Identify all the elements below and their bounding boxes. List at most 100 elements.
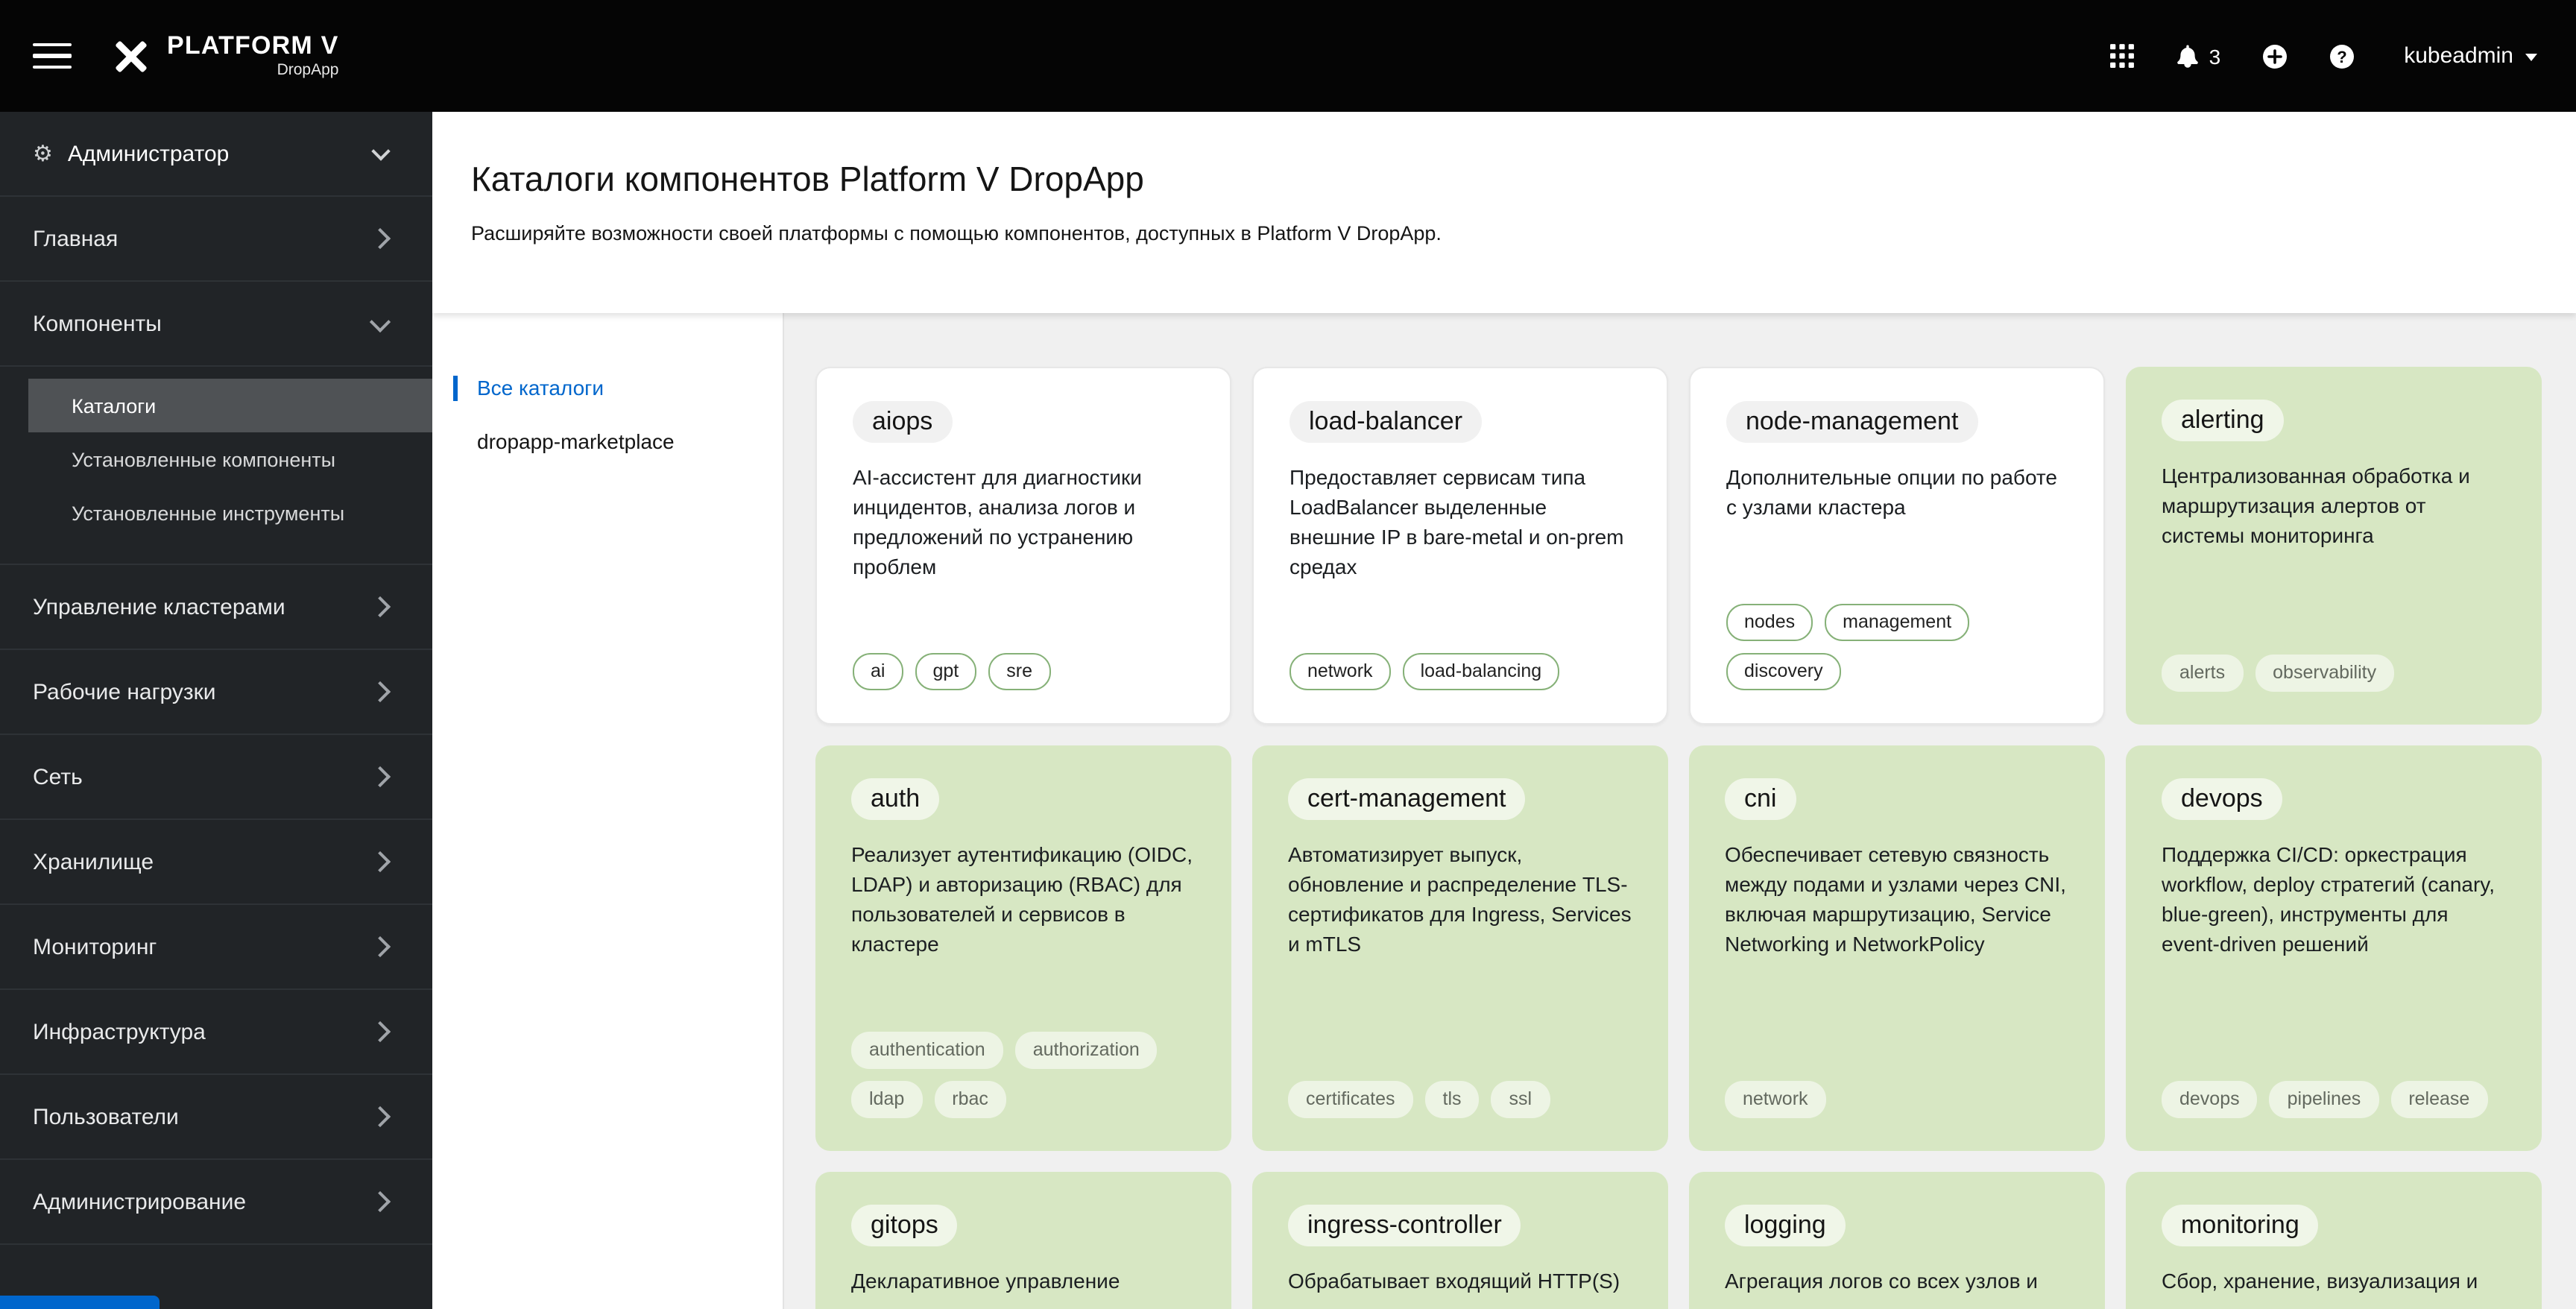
brand[interactable]: PLATFORM V DropApp (110, 34, 338, 79)
chevron-right-icon (369, 1105, 391, 1128)
topbar-actions: 3 ? kubeadmin (2109, 42, 2537, 69)
chevron-right-icon (369, 596, 391, 618)
chevron-right-icon (369, 936, 391, 958)
catalog-card-load-balancer[interactable]: load-balancer Предоставляет сервисам тип… (1252, 367, 1668, 725)
tag: pipelines (2269, 1081, 2379, 1118)
brand-subtitle: DropApp (277, 61, 339, 80)
card-description: Агрегация логов со всех узлов и (1725, 1269, 2038, 1293)
catalog-card-aiops[interactable]: aiops AI-ассистент для диагностики инцид… (815, 367, 1231, 725)
sidebar-item-label: Компоненты (33, 311, 162, 336)
hamburger-icon (33, 42, 72, 47)
perspective-switcher[interactable]: ⚙ Администратор (0, 112, 432, 197)
card-tags: network load-balancing (1289, 632, 1631, 690)
card-tags: authentication authorization ldap rbac (851, 1011, 1196, 1118)
catalog-card-gitops[interactable]: gitops Декларативное управление (815, 1172, 1231, 1309)
card-tags: alerts observability (2162, 634, 2506, 692)
catalog-card-alerting[interactable]: alerting Централизованная обработка и ма… (2126, 367, 2542, 725)
sidebar-subitem-installed-tools[interactable]: Установленные инструменты (28, 486, 432, 540)
chevron-down-icon (369, 310, 391, 332)
chevron-right-icon (369, 851, 391, 873)
card-title: node-management (1726, 401, 1978, 443)
catalog-card-node-management[interactable]: node-management Дополнительные опции по … (1689, 367, 2105, 725)
topbar: PLATFORM V DropApp 3 ? kubeadmin (0, 0, 2576, 112)
user-menu[interactable]: kubeadmin (2404, 43, 2537, 69)
card-tags: certificates tls ssl (1288, 1060, 1632, 1118)
catalog-card-cni[interactable]: cni Обеспечивает сетевую связность между… (1689, 745, 2105, 1151)
sidebar-item-storage[interactable]: Хранилище (0, 820, 432, 905)
sidebar-item-label: Хранилище (33, 849, 154, 874)
plus-circle-icon (2262, 44, 2287, 68)
card-description: Поддержка CI/CD: оркестрация workflow, d… (2162, 842, 2495, 956)
caret-down-icon (2525, 54, 2537, 61)
card-description: Централизованная обработка и маршрутизац… (2162, 464, 2470, 547)
sidebar-subitem-catalogs[interactable]: Каталоги (28, 379, 432, 432)
sidebar-item-infrastructure[interactable]: Инфраструктура (0, 990, 432, 1075)
gear-icon: ⚙ (33, 140, 53, 167)
catalog-card-auth[interactable]: auth Реализует аутентификацию (OIDC, LDA… (815, 745, 1231, 1151)
tag: nodes (1726, 604, 1813, 641)
catalog-card-devops[interactable]: devops Поддержка CI/CD: оркестрация work… (2126, 745, 2542, 1151)
sidebar-subitem-installed-components[interactable]: Установленные компоненты (28, 432, 432, 486)
chevron-down-icon (371, 142, 391, 161)
tag: release (2390, 1081, 2488, 1118)
platform-v-logo-icon (116, 40, 147, 72)
tag: alerts (2162, 654, 2244, 692)
main-navigation: Главная Компоненты Каталоги Установленны… (0, 197, 432, 1245)
filter-all-catalogs[interactable]: Все каталоги (453, 376, 765, 401)
tag: management (1825, 604, 1970, 641)
tag: discovery (1726, 653, 1841, 690)
bottom-cutoff-element (0, 1296, 160, 1309)
filter-dropapp-marketplace[interactable]: dropapp-marketplace (453, 429, 765, 455)
sidebar-item-workloads[interactable]: Рабочие нагрузки (0, 650, 432, 735)
catalog-card-cert-management[interactable]: cert-management Автоматизирует выпуск, о… (1252, 745, 1668, 1151)
catalog-card-monitoring[interactable]: monitoring Сбор, хранение, визуализация … (2126, 1172, 2542, 1309)
tag: authorization (1014, 1032, 1158, 1069)
sidebar-item-users[interactable]: Пользователи (0, 1075, 432, 1160)
card-title: monitoring (2162, 1205, 2319, 1246)
tag: network (1289, 653, 1391, 690)
chevron-right-icon (369, 766, 391, 788)
sidebar-item-label: Сеть (33, 764, 83, 789)
catalog-content: Все каталоги dropapp-marketplace aiops A… (432, 313, 2576, 1309)
card-description: Автоматизирует выпуск, обновление и расп… (1288, 842, 1632, 956)
sidebar-item-network[interactable]: Сеть (0, 735, 432, 820)
card-description: Дополнительные опции по работе с узлами … (1726, 465, 2057, 519)
menu-toggle-button[interactable] (33, 42, 72, 69)
tag: sre (988, 653, 1050, 690)
card-tags: nodes management discovery (1726, 583, 2068, 690)
sidebar-item-administration[interactable]: Администрирование (0, 1160, 432, 1245)
sidebar-item-cluster-management[interactable]: Управление кластерами (0, 565, 432, 650)
add-button[interactable] (2261, 42, 2288, 69)
tag: gpt (915, 653, 977, 690)
notifications-count: 3 (2209, 44, 2221, 68)
card-description: Обрабатывает входящий HTTP(S) (1288, 1269, 1620, 1293)
catalog-card-ingress-controller[interactable]: ingress-controller Обрабатывает входящий… (1252, 1172, 1668, 1309)
tag: certificates (1288, 1081, 1413, 1118)
perspective-label: Администратор (67, 141, 230, 166)
main-content: Каталоги компонентов Platform V DropApp … (432, 112, 2576, 1309)
card-title: gitops (851, 1205, 958, 1246)
sidebar-item-home[interactable]: Главная (0, 197, 432, 282)
help-button[interactable]: ? (2328, 42, 2355, 69)
card-description: Сбор, хранение, визуализация и (2162, 1269, 2478, 1293)
chevron-right-icon (369, 227, 391, 250)
app-launcher-button[interactable] (2109, 43, 2135, 69)
card-grid: aiops AI-ассистент для диагностики инцид… (784, 313, 2576, 1309)
card-tags: devops pipelines release (2162, 1060, 2506, 1118)
catalog-card-logging[interactable]: logging Агрегация логов со всех узлов и (1689, 1172, 2105, 1309)
card-description: Предоставляет сервисам типа LoadBalancer… (1289, 465, 1624, 578)
card-title: devops (2162, 778, 2282, 820)
page-title: Каталоги компонентов Platform V DropApp (471, 160, 1144, 198)
tag: network (1725, 1081, 1826, 1118)
question-circle-icon: ? (2329, 44, 2354, 68)
sidebar-item-monitoring[interactable]: Мониторинг (0, 905, 432, 990)
sidebar-item-components[interactable]: Компоненты (0, 282, 432, 367)
card-tags: ai gpt sre (853, 632, 1194, 690)
card-title: alerting (2162, 400, 2284, 441)
card-title: auth (851, 778, 940, 820)
card-title: ingress-controller (1288, 1205, 1521, 1246)
notifications-button[interactable]: 3 (2175, 43, 2221, 69)
tag: tls (1424, 1081, 1480, 1118)
sidebar-item-label: Пользователи (33, 1104, 179, 1129)
card-title: load-balancer (1289, 401, 1483, 443)
